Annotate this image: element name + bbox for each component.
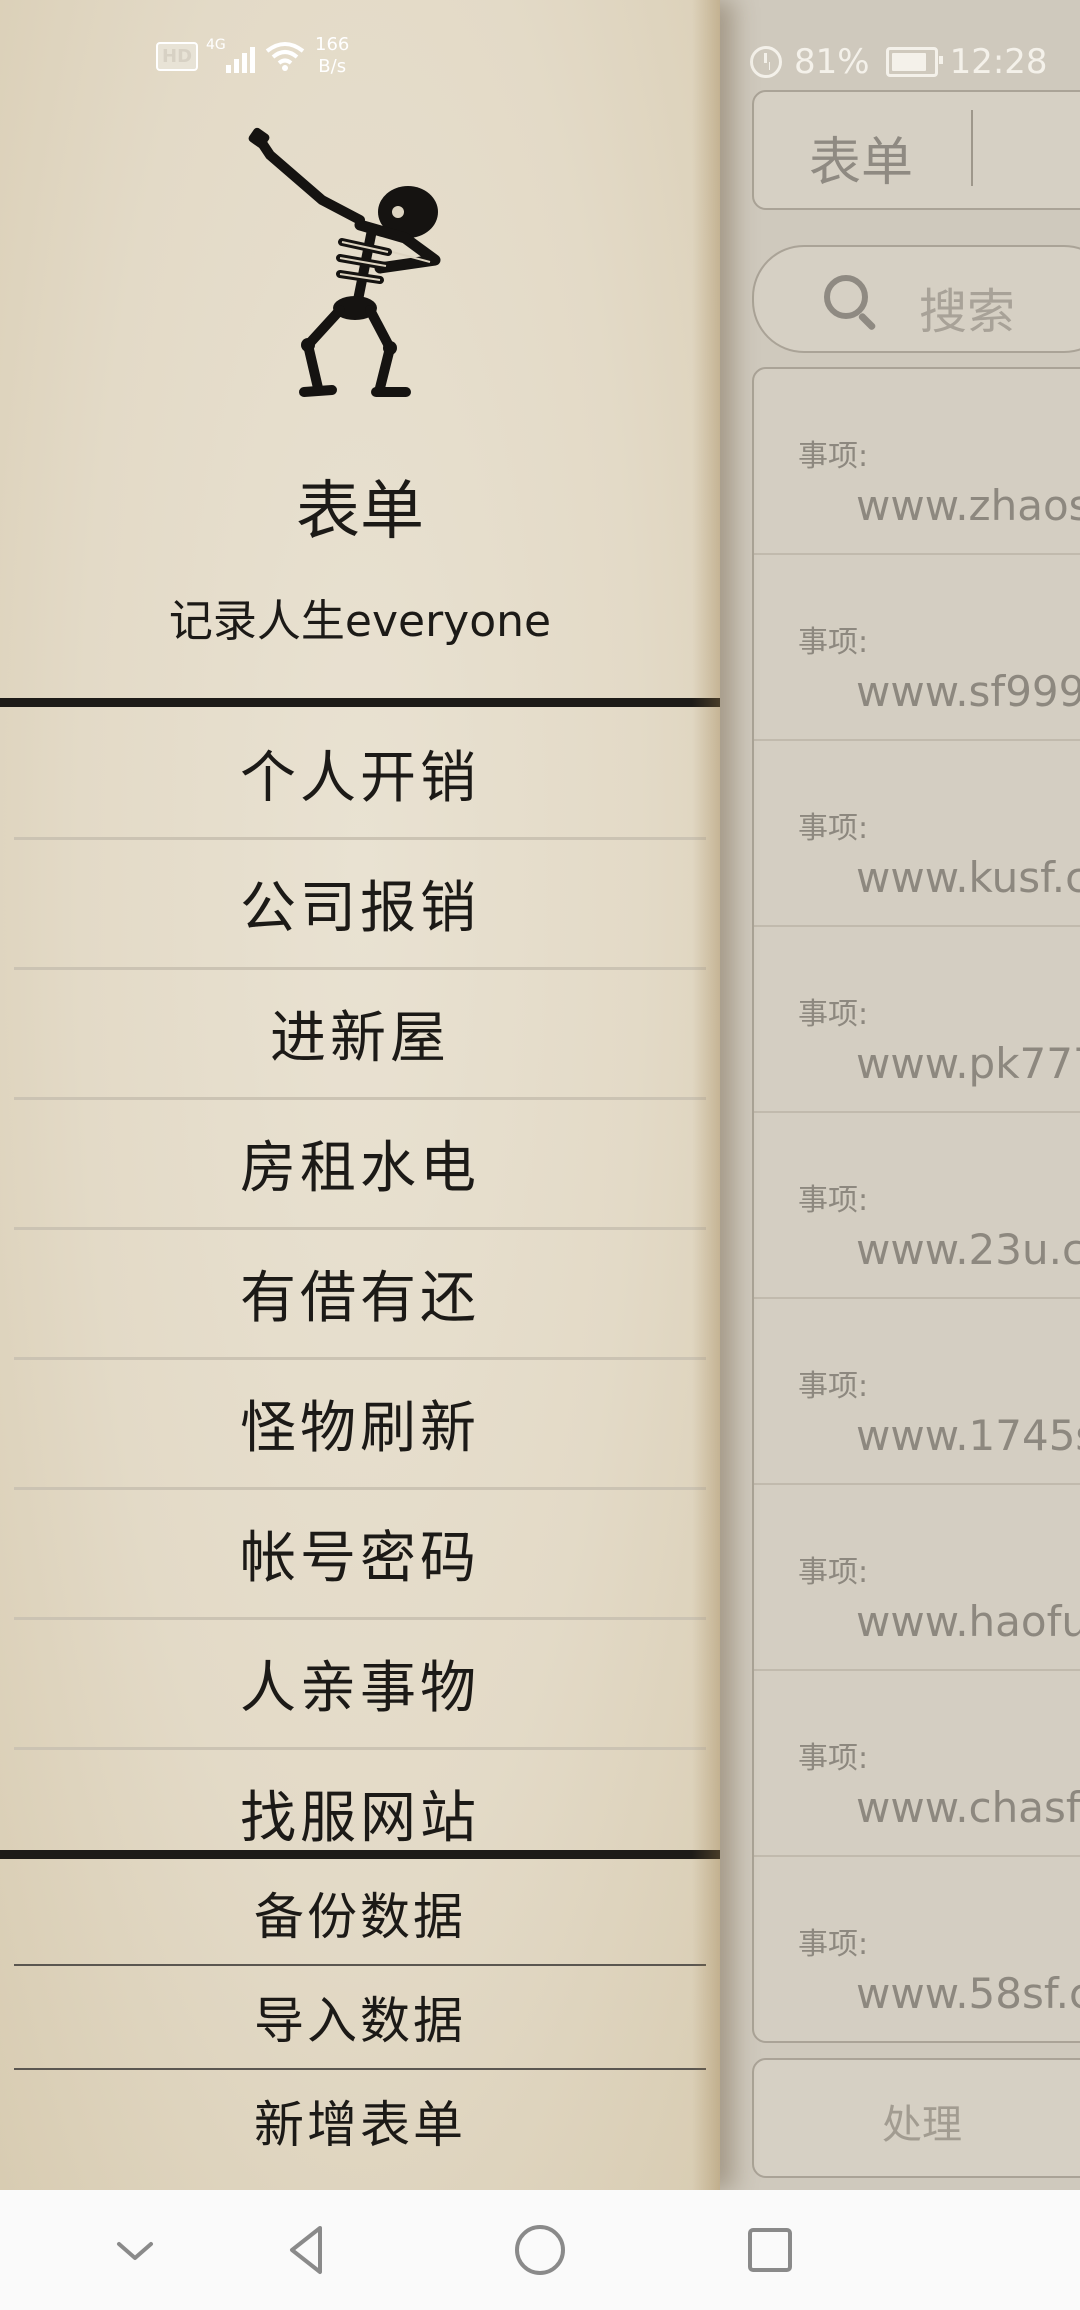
menu-item-server-sites[interactable]: 找服网站	[14, 1750, 706, 1850]
item-value: www.chasf	[856, 1783, 1080, 1832]
network-speed-unit: B/s	[318, 56, 347, 77]
process-button-label: 处理	[882, 2102, 962, 2148]
item-value: www.sf999	[856, 667, 1080, 716]
item-label: 事项:	[798, 811, 869, 846]
list-item[interactable]: 事项: www.chasf	[754, 1671, 1080, 1857]
dabbing-skeleton-logo	[248, 127, 441, 397]
back-triangle-icon[interactable]	[278, 2220, 338, 2280]
chevron-down-icon[interactable]	[105, 2220, 165, 2280]
drawer-title: 表单	[296, 475, 424, 549]
search-icon	[824, 275, 868, 319]
form-title-bar[interactable]: 表单	[752, 90, 1080, 210]
item-label: 事项:	[798, 1183, 869, 1218]
list-item[interactable]: 事项: www.23u.c	[754, 1113, 1080, 1299]
recents-square-icon[interactable]	[740, 2220, 800, 2280]
item-label: 事项:	[798, 1741, 869, 1776]
wifi-icon	[265, 41, 305, 71]
item-label: 事项:	[798, 1555, 869, 1590]
form-title: 表单	[809, 133, 914, 193]
battery-icon	[885, 47, 943, 77]
item-label: 事项:	[798, 997, 869, 1032]
list-item[interactable]: 事项: www.sf999	[754, 555, 1080, 741]
title-divider	[971, 110, 973, 186]
footer-divider	[0, 1850, 720, 1859]
menu-item-new-house[interactable]: 进新屋	[14, 970, 706, 1100]
menu-item-family-matters[interactable]: 人亲事物	[14, 1620, 706, 1750]
navigation-drawer: HD 4G 166 B/s 表单 记录人生everyone 个人开销 公司报销 …	[0, 0, 720, 2190]
menu-item-account-password[interactable]: 帐号密码	[14, 1490, 706, 1620]
item-value: www.23u.c	[856, 1225, 1080, 1274]
item-value: www.kusf.c	[856, 853, 1080, 902]
item-label: 事项:	[798, 439, 869, 474]
status-bar-left: HD 4G 166 B/s	[156, 34, 349, 78]
item-label: 事项:	[798, 1927, 869, 1962]
item-value: www.haofu	[856, 1597, 1080, 1646]
item-value: www.pk777	[856, 1039, 1080, 1088]
drawer-subtitle: 记录人生everyone	[168, 596, 552, 647]
network-type: 4G	[206, 37, 226, 53]
network-speed-value: 166	[315, 34, 350, 55]
drawer-actions: 备份数据 导入数据 新增表单	[0, 1862, 720, 2172]
item-value: www.58sf.c	[856, 1969, 1080, 2018]
home-circle-icon[interactable]	[510, 2220, 570, 2280]
list-item[interactable]: 事项: www.kusf.c	[754, 741, 1080, 927]
list-item[interactable]: 事项: www.pk777	[754, 927, 1080, 1113]
menu-item-borrow-return[interactable]: 有借有还	[14, 1230, 706, 1360]
alarm-icon	[750, 46, 782, 78]
import-data-button[interactable]: 导入数据	[14, 1966, 706, 2070]
menu-list[interactable]: 个人开销 公司报销 进新屋 房租水电 有借有还 怪物刷新 帐号密码 人亲事物 找…	[0, 710, 720, 1850]
menu-item-rent-utilities[interactable]: 房租水电	[14, 1100, 706, 1230]
backup-data-button[interactable]: 备份数据	[14, 1862, 706, 1966]
search-input[interactable]: 搜索	[752, 245, 1080, 353]
record-list[interactable]: 事项: www.zhaos 事项: www.sf999 事项: www.kusf…	[752, 367, 1080, 2043]
status-bar-right: 81% 12:28	[750, 40, 1048, 84]
clock-time: 12:28	[949, 42, 1048, 82]
battery-percent: 81%	[794, 42, 870, 82]
item-label: 事项:	[798, 625, 869, 660]
menu-item-personal-expenses[interactable]: 个人开销	[14, 710, 706, 840]
item-value: www.zhaos	[856, 481, 1080, 530]
header-divider	[0, 698, 720, 707]
network-speed: 166 B/s	[315, 34, 349, 78]
process-button[interactable]: 处理	[752, 2058, 1080, 2178]
list-item[interactable]: 事项: www.58sf.c	[754, 1857, 1080, 2041]
list-item[interactable]: 事项: www.zhaos	[754, 369, 1080, 555]
search-placeholder: 搜索	[919, 284, 1016, 340]
item-label: 事项:	[798, 1369, 869, 1404]
hd-badge: HD	[156, 41, 199, 71]
list-item[interactable]: 事项: www.1745s	[754, 1299, 1080, 1485]
item-value: www.1745s	[856, 1411, 1080, 1460]
menu-item-company-reimbursement[interactable]: 公司报销	[14, 840, 706, 970]
add-form-button[interactable]: 新增表单	[14, 2070, 706, 2172]
list-item[interactable]: 事项: www.haofu	[754, 1485, 1080, 1671]
menu-item-monster-refresh[interactable]: 怪物刷新	[14, 1360, 706, 1490]
system-navigation-bar	[0, 2190, 1080, 2310]
cellular-signal-icon: 4G	[206, 37, 256, 73]
